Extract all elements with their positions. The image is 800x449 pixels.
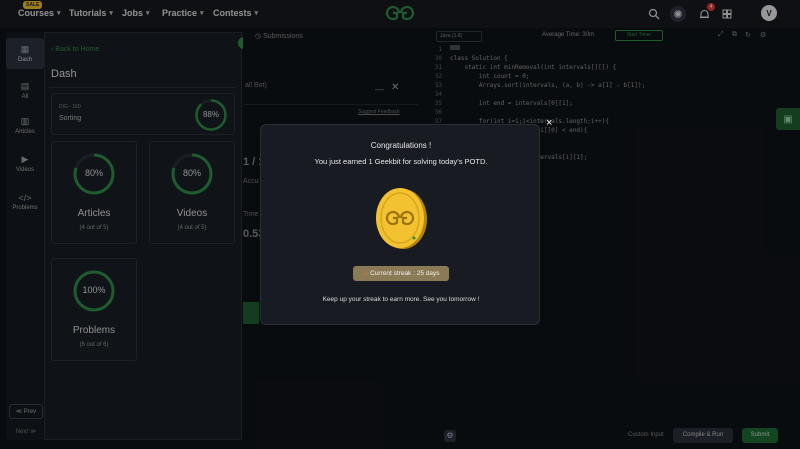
potd-congrats-modal: × Congratulations ! You just earned 1 Ge…: [260, 117, 552, 325]
streak-badge: ♨ Current streak : 25 days: [353, 266, 449, 281]
close-icon[interactable]: ×: [546, 117, 552, 129]
fire-icon: ♨: [362, 270, 371, 277]
modal-footer-text: Keep up your streak to earn more. See yo…: [322, 296, 480, 303]
geekbit-coin-icon: [376, 188, 427, 249]
modal-title: Congratulations !: [370, 141, 432, 150]
streak-text: Current streak : 25 days: [370, 270, 440, 277]
modal-message: You just earned 1 Geekbit for solving to…: [314, 157, 488, 166]
